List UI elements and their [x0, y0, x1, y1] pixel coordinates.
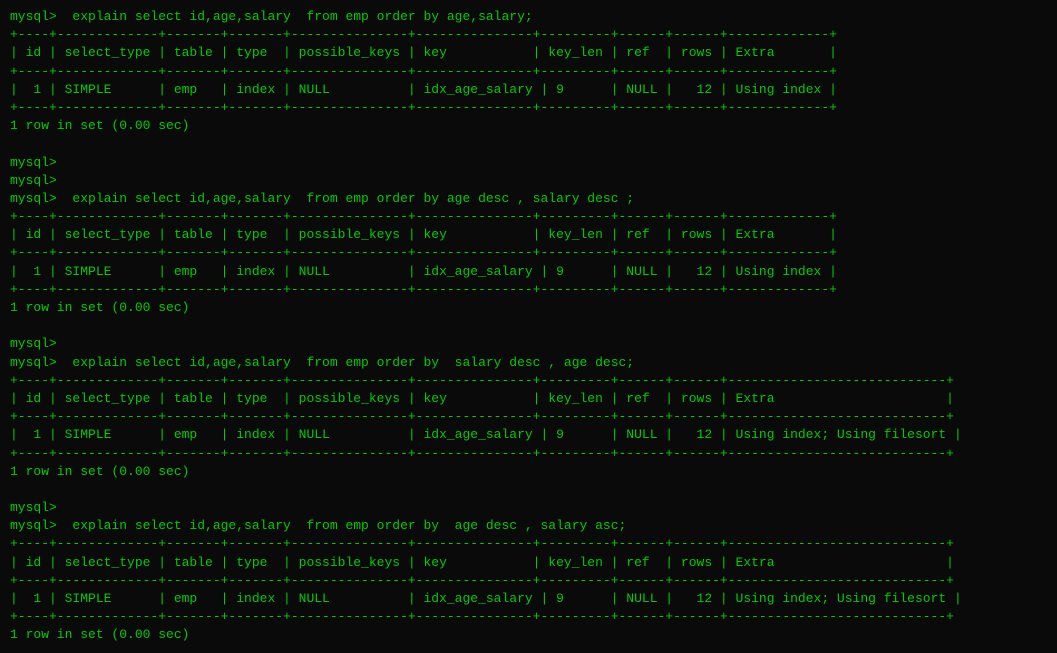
- terminal-output: mysql> explain select id,age,salary from…: [10, 8, 1047, 645]
